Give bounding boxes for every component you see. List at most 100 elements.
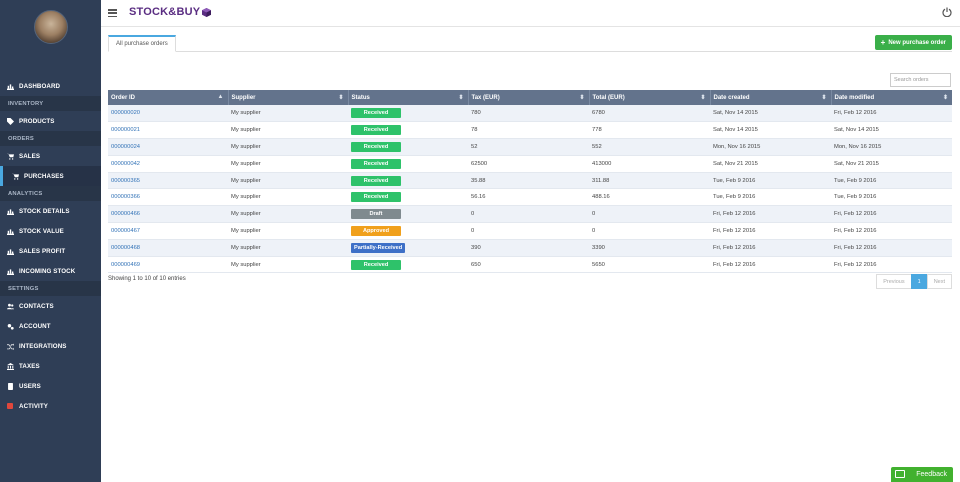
- total-cell: 0: [592, 211, 596, 218]
- tax-cell: 390: [471, 244, 481, 251]
- table-cell: 0: [468, 206, 589, 223]
- status-badge: Received: [351, 192, 401, 203]
- order-id-link[interactable]: 000000469: [111, 262, 140, 268]
- table-cell: 000000020: [108, 105, 228, 122]
- order-id-link[interactable]: 000000468: [111, 245, 140, 251]
- sidebar-item-activity[interactable]: ACTIVITY: [0, 396, 101, 416]
- table-cell: 390: [468, 239, 589, 256]
- table-cell: Received: [348, 155, 468, 172]
- supplier-cell: My supplier: [231, 227, 261, 234]
- tax-cell: 52: [471, 143, 478, 150]
- table-cell: Sat, Nov 14 2015: [710, 122, 831, 139]
- table-cell: My supplier: [228, 256, 348, 273]
- table-row[interactable]: 000000020 My supplier Received 780 6780 Sat, …: [108, 105, 952, 122]
- table-row[interactable]: 000000467 My supplier Approved 0 0 Fri, Feb 1…: [108, 222, 952, 240]
- table-cell: 62500: [468, 155, 589, 172]
- column-header-date-created[interactable]: Date created ⬍: [710, 90, 832, 105]
- new-purchase-order-button[interactable]: + New purchase order: [874, 35, 952, 50]
- pagination-page[interactable]: 1: [910, 274, 928, 289]
- sidebar-item-purchases[interactable]: PURCHASES: [0, 166, 101, 186]
- chart-icon: [6, 228, 14, 235]
- order-id-link[interactable]: 000000020: [111, 110, 140, 116]
- order-id-link[interactable]: 000000042: [111, 161, 140, 167]
- table-cell: Received: [348, 105, 468, 122]
- tab-bar: All purchase orders: [108, 35, 952, 52]
- table-cell: 778: [589, 122, 710, 139]
- sidebar-item-contacts[interactable]: CONTACTS: [0, 296, 101, 316]
- order-id-link[interactable]: 000000467: [111, 228, 140, 234]
- supplier-cell: My supplier: [231, 177, 261, 184]
- sidebar-item-incoming-stock[interactable]: INCOMING STOCK: [0, 261, 101, 281]
- table-row[interactable]: 000000466 My supplier Draft 0 0 Fri, Feb 12 2…: [108, 205, 952, 223]
- date-created-cell: Sat, Nov 14 2015: [713, 127, 758, 134]
- table-cell: 000000466: [108, 206, 228, 223]
- order-id-link[interactable]: 000000366: [111, 194, 140, 200]
- total-cell: 311.88: [592, 177, 610, 184]
- tab-all-purchase-orders[interactable]: All purchase orders: [108, 35, 176, 52]
- tax-cell: 650: [471, 261, 481, 268]
- sidebar-item-label: INCOMING STOCK: [19, 267, 76, 275]
- order-id-link[interactable]: 000000024: [111, 144, 140, 150]
- column-header-tax[interactable]: Tax (EUR) ⬍: [468, 90, 590, 105]
- sidebar-item-dashboard[interactable]: DASHBOARD: [0, 76, 101, 96]
- date-created-cell: Fri, Feb 12 2016: [713, 261, 756, 268]
- column-header-order-id[interactable]: Order ID ▲: [108, 90, 229, 105]
- table-cell: Fri, Feb 12 2016: [831, 206, 952, 223]
- table-cell: 000000469: [108, 256, 228, 273]
- table-cell: My supplier: [228, 206, 348, 223]
- column-header-status[interactable]: Status ⬍: [348, 90, 469, 105]
- table-cell: Fri, Feb 12 2016: [831, 105, 952, 122]
- pagination-previous[interactable]: Previous: [876, 274, 912, 289]
- status-badge: Received: [351, 141, 401, 152]
- tax-cell: 35.88: [471, 177, 486, 184]
- column-header-total[interactable]: Total (EUR) ⬍: [589, 90, 711, 105]
- sidebar-item-stock-details[interactable]: STOCK DETAILS: [0, 201, 101, 221]
- table-cell: Sat, Nov 14 2015: [710, 105, 831, 122]
- table-row[interactable]: 000000021 My supplier Received 78 778 Sat, No…: [108, 121, 952, 139]
- order-id-link[interactable]: 000000021: [111, 127, 140, 133]
- chart-icon: [6, 248, 14, 255]
- table-cell: 5650: [589, 256, 710, 273]
- power-icon[interactable]: [942, 7, 952, 17]
- sidebar-item-integrations[interactable]: INTEGRATIONS: [0, 336, 101, 356]
- column-header-date-modified[interactable]: Date modified ⬍: [831, 90, 952, 105]
- table-cell: 000000024: [108, 139, 228, 156]
- search-input[interactable]: [890, 73, 951, 87]
- logo[interactable]: STOCK&BUY: [129, 6, 212, 18]
- order-id-link[interactable]: 000000365: [111, 178, 140, 184]
- sidebar-item-users[interactable]: USERS: [0, 376, 101, 396]
- table-cell: My supplier: [228, 189, 348, 206]
- sidebar-item-products[interactable]: PRODUCTS: [0, 111, 101, 131]
- column-header-supplier[interactable]: Supplier ⬍: [228, 90, 349, 105]
- sidebar-item-account[interactable]: ACCOUNT: [0, 316, 101, 336]
- sidebar-item-sales[interactable]: SALES: [0, 146, 101, 166]
- table-row[interactable]: 000000366 My supplier Received 56.16 488.16 T…: [108, 188, 952, 206]
- table-cell: Tue, Feb 9 2016: [710, 189, 831, 206]
- sort-icon: ⬍: [821, 95, 827, 101]
- sidebar-item-sales-profit[interactable]: SALES PROFIT: [0, 241, 101, 261]
- sidebar-item-label: SALES: [19, 152, 41, 160]
- table-cell: Approved: [348, 223, 468, 240]
- sidebar-item-label: TAXES: [19, 362, 40, 370]
- menu-icon[interactable]: [108, 9, 117, 17]
- table-cell: 35.88: [468, 172, 589, 189]
- table-cell: 780: [468, 105, 589, 122]
- table-row[interactable]: 000000469 My supplier Received 650 5650 Fri, …: [108, 256, 952, 273]
- table-row[interactable]: 000000042 My supplier Received 62500 413000 S…: [108, 155, 952, 173]
- sidebar-item-stock-value[interactable]: STOCK VALUE: [0, 221, 101, 241]
- supplier-cell: My supplier: [231, 194, 261, 201]
- table-row[interactable]: 000000024 My supplier Received 52 552 Mon, No…: [108, 138, 952, 156]
- sort-icon: ⬍: [338, 95, 344, 101]
- avatar[interactable]: [34, 10, 68, 44]
- table-row[interactable]: 000000365 My supplier Received 35.88 311.88 T…: [108, 172, 952, 189]
- sidebar-item-taxes[interactable]: TAXES: [0, 356, 101, 376]
- table-cell: My supplier: [228, 122, 348, 139]
- pagination-next[interactable]: Next: [926, 274, 952, 289]
- order-id-link[interactable]: 000000466: [111, 211, 140, 217]
- feedback-icon: [895, 470, 905, 478]
- feedback-button[interactable]: Feedback: [891, 467, 953, 482]
- table-row[interactable]: 000000468 My supplier Partially-Received 39…: [108, 239, 952, 257]
- logo-text: STOCK&BUY: [129, 6, 201, 18]
- pagination: Previous 1 Next: [876, 274, 952, 289]
- date-created-cell: Fri, Feb 12 2016: [713, 227, 756, 234]
